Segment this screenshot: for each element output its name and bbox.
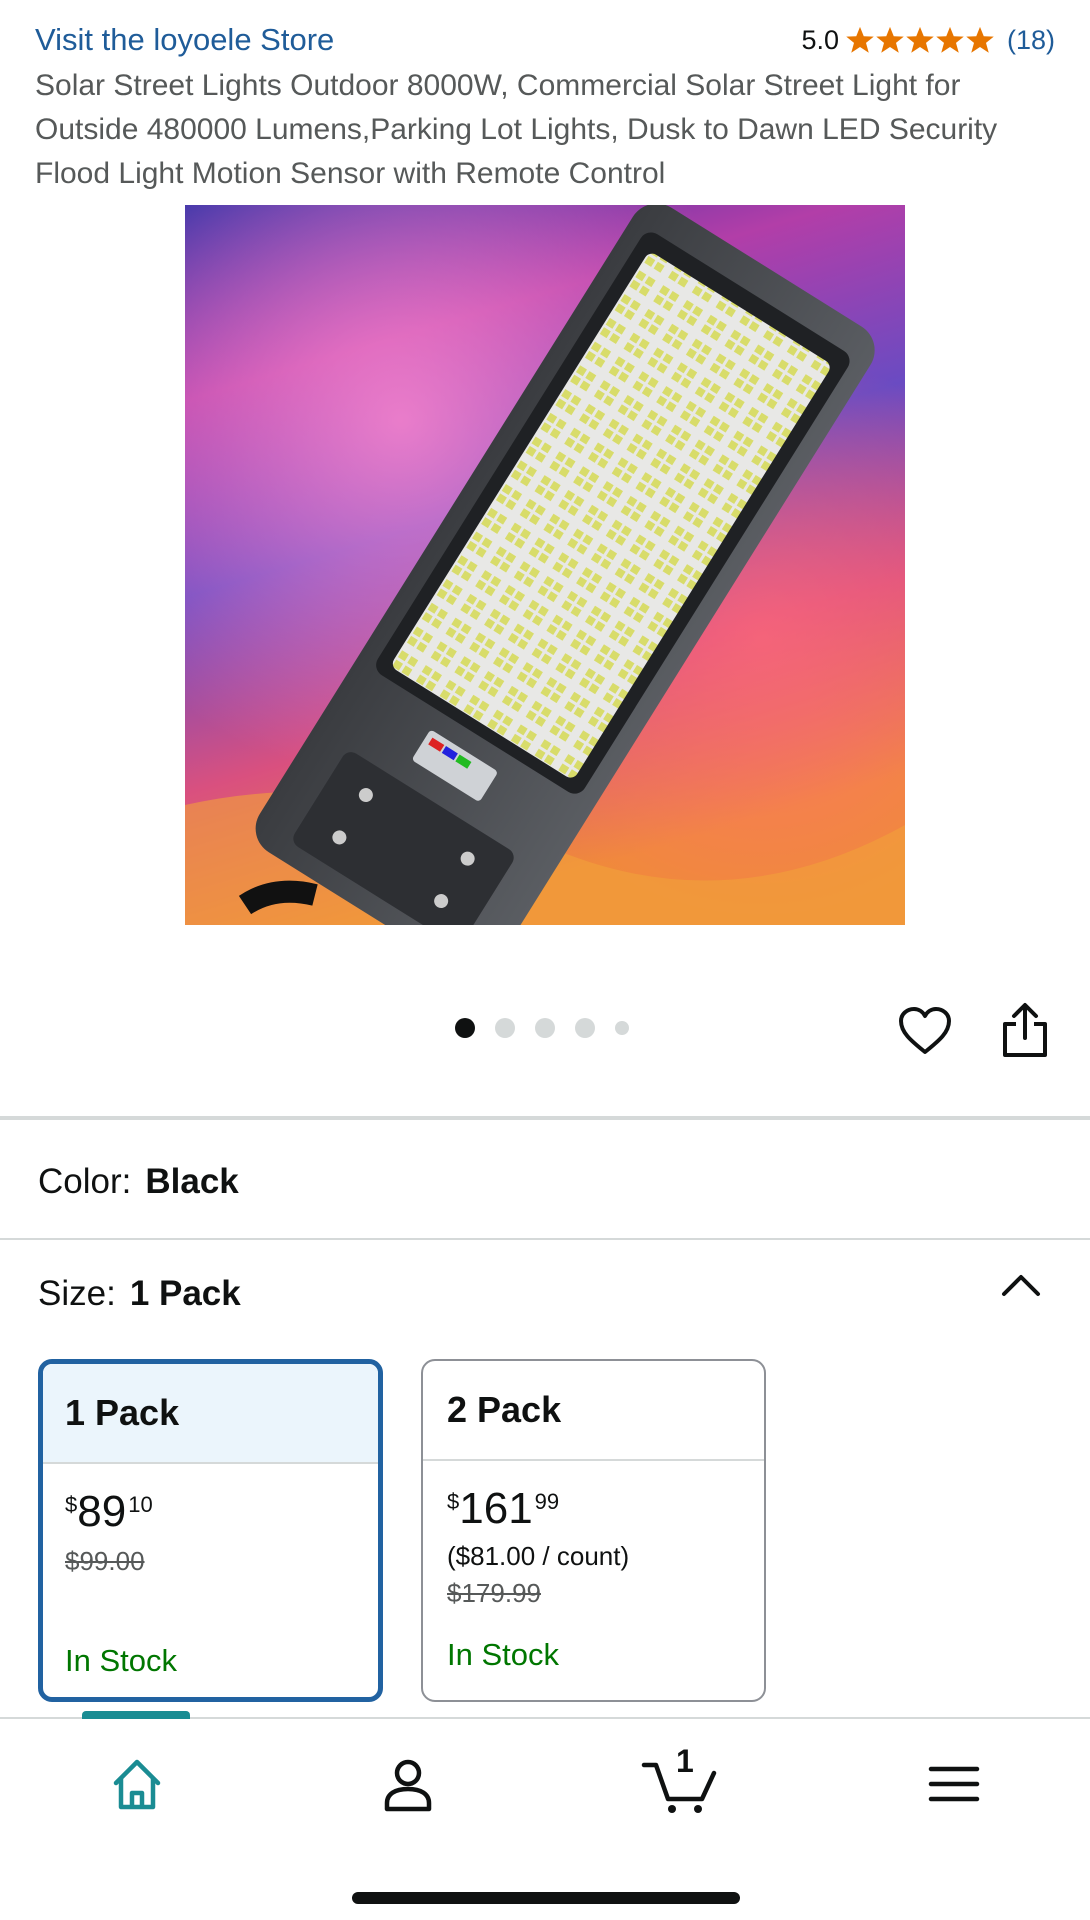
image-carousel-dots[interactable] <box>455 1018 649 1038</box>
store-rating-row: Visit the loyoele Store 5.0 (18) <box>35 20 1055 64</box>
list-price: $99.00 <box>65 1546 145 1576</box>
section-divider <box>0 1238 1090 1240</box>
size-value: 1 Pack <box>129 1274 241 1313</box>
price-fraction: 99 <box>534 1489 560 1514</box>
price-whole: 89 <box>77 1487 127 1536</box>
size-option-1-pack[interactable]: 1 Pack $ 89 10 $99.00 In Stock <box>38 1359 383 1702</box>
rating-value: 5.0 <box>801 24 839 55</box>
product-title: Solar Street Lights Outdoor 8000W, Comme… <box>35 69 998 190</box>
carousel-dot[interactable] <box>535 1018 555 1038</box>
size-selection-row[interactable]: Size: 1 Pack <box>38 1274 241 1314</box>
chevron-up-icon[interactable] <box>1000 1270 1042 1300</box>
size-option-name: 1 Pack <box>43 1364 378 1464</box>
size-option-name: 2 Pack <box>423 1361 764 1461</box>
share-icon[interactable] <box>1000 1002 1050 1058</box>
price-currency: $ <box>447 1489 460 1514</box>
home-icon[interactable] <box>102 1749 172 1819</box>
star-icon <box>906 26 934 53</box>
size-label: Size: <box>38 1274 116 1313</box>
product-image[interactable] <box>185 205 905 925</box>
active-tab-indicator <box>82 1711 190 1719</box>
visit-store-link[interactable]: Visit the loyoele Store <box>35 22 334 58</box>
heart-icon[interactable] <box>898 1006 952 1056</box>
carousel-dot[interactable] <box>615 1021 629 1035</box>
price-fraction: 10 <box>128 1492 153 1517</box>
cart-count: 1 <box>676 1743 694 1779</box>
rating-stars <box>845 25 995 55</box>
menu-icon[interactable] <box>919 1749 989 1819</box>
bottom-navigation: 1 <box>0 1711 1090 1920</box>
color-value: Black <box>145 1162 239 1201</box>
price-currency: $ <box>65 1492 78 1517</box>
color-selection-row[interactable]: Color: Black <box>38 1162 239 1202</box>
list-price: $179.99 <box>447 1578 541 1608</box>
price: $ 89 10 <box>65 1486 378 1540</box>
star-icon <box>936 26 964 53</box>
carousel-dot[interactable] <box>495 1018 515 1038</box>
account-icon[interactable] <box>373 1749 443 1819</box>
star-icon <box>966 26 994 53</box>
carousel-dot[interactable] <box>455 1018 475 1038</box>
cart-button[interactable]: 1 <box>640 1743 720 1819</box>
star-icon <box>846 26 874 53</box>
rating-summary[interactable]: 5.0 (18) <box>801 20 1055 60</box>
star-icon <box>876 26 904 53</box>
price: $ 161 99 <box>447 1483 764 1537</box>
availability: In Stock <box>65 1643 177 1678</box>
rating-count[interactable]: (18) <box>1007 25 1055 56</box>
carousel-dot[interactable] <box>575 1018 595 1038</box>
availability: In Stock <box>447 1637 559 1672</box>
home-indicator[interactable] <box>352 1892 740 1904</box>
price-whole: 161 <box>459 1484 533 1533</box>
section-divider <box>0 1116 1090 1120</box>
color-label: Color: <box>38 1162 132 1201</box>
unit-price: ($81.00 / count) <box>447 1541 630 1571</box>
size-option-2-pack[interactable]: 2 Pack $ 161 99 ($81.00 / count) $179.99… <box>421 1359 766 1702</box>
